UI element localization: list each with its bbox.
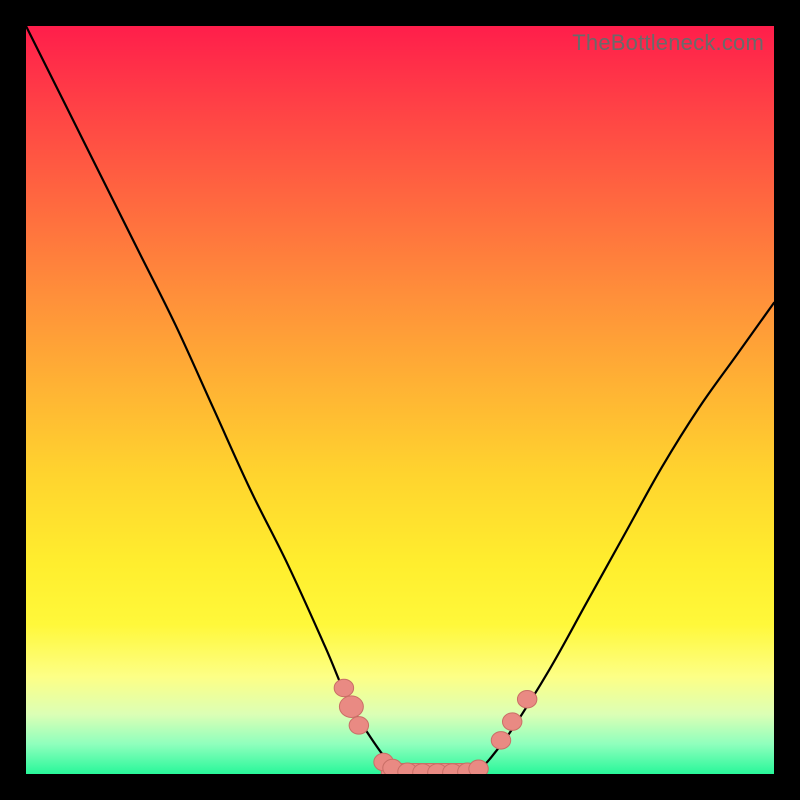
bottom-marker-bar	[381, 764, 486, 774]
curve-left	[26, 26, 407, 774]
marker-dot	[491, 732, 510, 750]
marker-dot	[443, 764, 462, 774]
chart-plot-area: TheBottleneck.com	[26, 26, 774, 774]
marker-dot	[349, 717, 368, 735]
watermark-text: TheBottleneck.com	[572, 30, 764, 56]
marker-dot	[374, 753, 393, 771]
marker-dot	[413, 764, 432, 774]
marker-dot	[334, 679, 353, 697]
marker-dot	[502, 713, 521, 731]
marker-dot	[469, 760, 488, 774]
marker-dot	[339, 696, 363, 718]
chart-svg	[26, 26, 774, 774]
curve-right	[475, 303, 774, 774]
marker-dot	[398, 763, 417, 774]
chart-frame: TheBottleneck.com	[0, 0, 800, 800]
marker-dot	[428, 764, 447, 774]
marker-group	[334, 679, 537, 774]
marker-dot	[383, 759, 402, 774]
marker-dot	[517, 690, 536, 708]
marker-dot	[458, 763, 477, 774]
